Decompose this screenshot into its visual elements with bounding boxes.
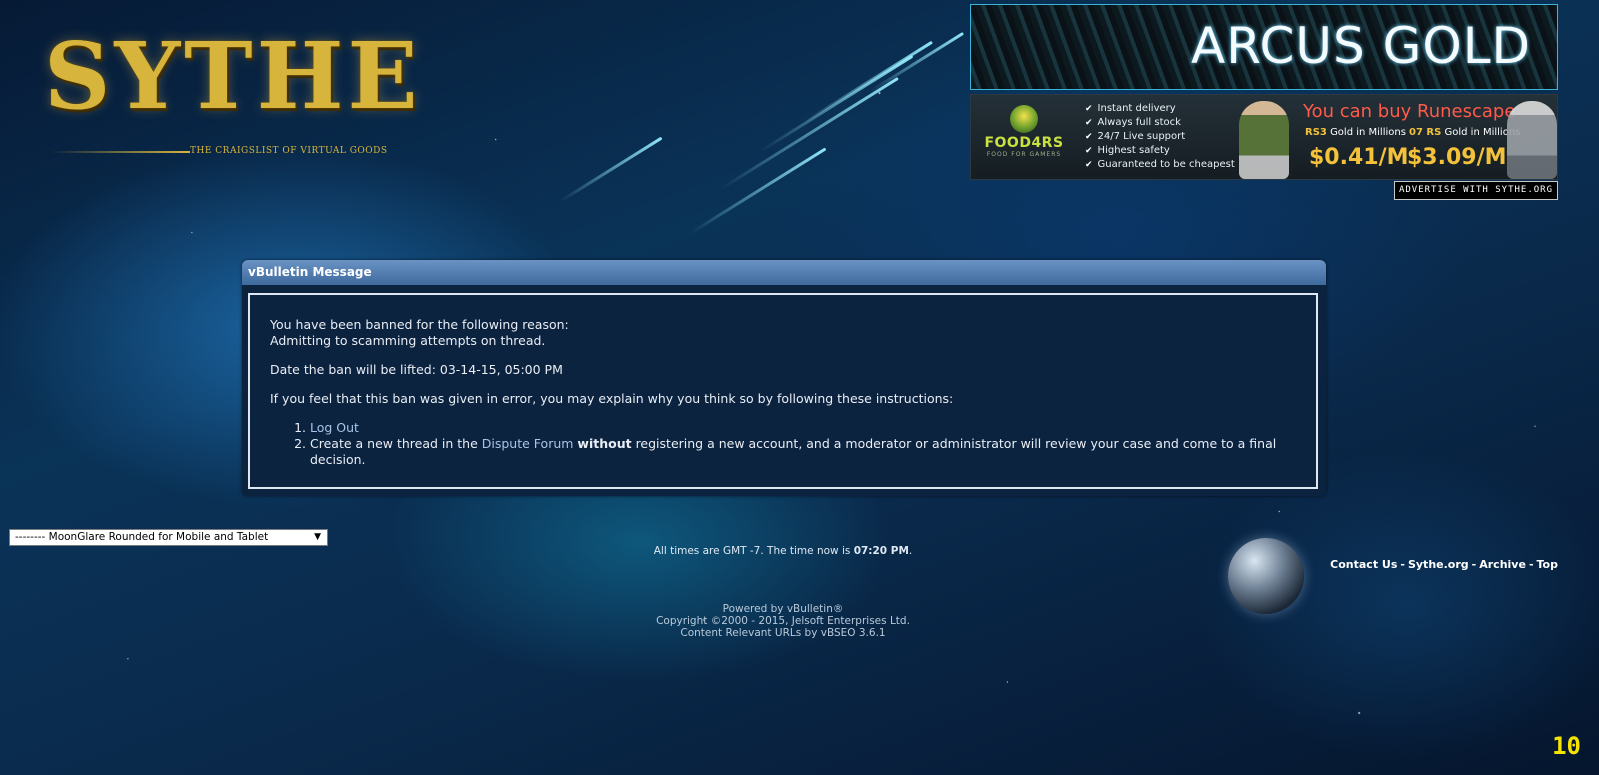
panel-body: You have been banned for the following r… (248, 293, 1318, 489)
light-streak (689, 147, 827, 235)
copyright-powered-by: Powered by vBulletin® (722, 603, 844, 615)
rs07-label: 07 RS Gold in Millions (1409, 127, 1520, 138)
panel-title: vBulletin Message (242, 260, 1326, 285)
step-emphasis: without (577, 436, 632, 451)
ad-headline: You can buy Runescape (1303, 101, 1516, 122)
contact-us-link[interactable]: Contact Us (1330, 558, 1397, 571)
sythe-org-link[interactable]: Sythe.org (1408, 558, 1469, 571)
light-streak (804, 40, 934, 123)
style-selector-value: -------- MoonGlare Rounded for Mobile an… (15, 531, 269, 543)
step-text: Create a new thread in the (310, 436, 482, 451)
ad-banner-title: ARCUS GOLD (1191, 17, 1532, 75)
copyright-vbseo: Content Relevant URLs by vBSEO 3.6.1 (680, 627, 886, 639)
ad-banner-arcus-gold[interactable]: ARCUS GOLD (970, 4, 1558, 90)
link-separator: - (1528, 558, 1534, 571)
logo-tagline: THE CRAIGSLIST OF VIRTUAL GOODS (190, 146, 388, 156)
copyright-jelsoft: Copyright ©2000 - 2015, Jelsoft Enterpri… (656, 615, 910, 627)
advertise-link[interactable]: ADVERTISE WITH SYTHE.ORG (1394, 181, 1558, 200)
ad-banner-food4rs[interactable]: FOOD4RS FOOD FOR GAMERS Instant delivery… (970, 94, 1558, 180)
feature-item: Guaranteed to be cheapest (1085, 158, 1235, 172)
time-label: All times are GMT -7. The time now is (653, 545, 854, 557)
food4rs-logo: FOOD4RS FOOD FOR GAMERS (981, 105, 1067, 167)
logo-wordmark: SYTHE (44, 22, 422, 130)
rs3-price: $0.41/M (1309, 145, 1409, 170)
light-streak (869, 31, 965, 93)
instructions-list: Log Out Create a new thread in the Dispu… (270, 420, 1294, 468)
rs3-label: RS3 Gold in Millions (1305, 127, 1406, 138)
light-streak (759, 54, 914, 153)
light-streak (559, 136, 663, 203)
footer-links: Contact Us - Sythe.org - Archive - Top (1330, 558, 1558, 571)
feature-list: Instant delivery Always full stock 24/7 … (1085, 102, 1235, 172)
instruction-step: Log Out (310, 420, 1294, 436)
ban-reason: Admitting to scamming attempts on thread… (270, 333, 546, 348)
fps-counter: 10 (1552, 732, 1581, 760)
time-suffix: . (908, 545, 913, 557)
style-selector[interactable]: -------- MoonGlare Rounded for Mobile an… (9, 529, 328, 546)
rs3-tag: RS3 (1305, 127, 1327, 138)
character-figure (1507, 101, 1557, 179)
light-streak (719, 76, 899, 191)
character-figure (1239, 101, 1289, 179)
feature-item: Always full stock (1085, 116, 1235, 130)
site-logo[interactable]: SYTHE THE CRAIGSLIST OF VIRTUAL GOODS (30, 16, 418, 161)
link-separator: - (1471, 558, 1477, 571)
feature-item: 24/7 Live support (1085, 130, 1235, 144)
rs07-tag: 07 RS (1409, 127, 1442, 138)
food4rs-subtitle: FOOD FOR GAMERS (986, 151, 1062, 158)
chevron-down-icon: ▼ (314, 532, 321, 542)
instructions-intro: If you feel that this ban was given in e… (270, 391, 954, 406)
top-link[interactable]: Top (1537, 558, 1558, 571)
ban-lift-date: Date the ban will be lifted: 03-14-15, 0… (270, 362, 563, 377)
food4rs-name: FOOD4RS (984, 135, 1064, 151)
copyright: Powered by vBulletin® Copyright ©2000 - … (0, 603, 1566, 639)
vbulletin-message-panel: vBulletin Message You have been banned f… (242, 260, 1326, 496)
feature-item: Highest safety (1085, 144, 1235, 158)
link-separator: - (1400, 558, 1405, 571)
logo-divider (50, 151, 190, 153)
instruction-step: Create a new thread in the Dispute Forum… (310, 436, 1294, 468)
time-value: 07:20 PM (853, 545, 909, 557)
ban-notice: You have been banned for the following r… (270, 317, 569, 332)
rs3-label-text: Gold in Millions (1330, 127, 1406, 138)
dispute-forum-link[interactable]: Dispute Forum (482, 436, 574, 451)
feature-item: Instant delivery (1085, 102, 1235, 116)
footer-time: All times are GMT -7. The time now is 07… (0, 545, 1566, 557)
rs07-price: $3.09/M (1407, 145, 1507, 170)
log-out-link[interactable]: Log Out (310, 420, 359, 435)
archive-link[interactable]: Archive (1479, 558, 1526, 571)
food4rs-emblem-icon (1010, 105, 1038, 133)
